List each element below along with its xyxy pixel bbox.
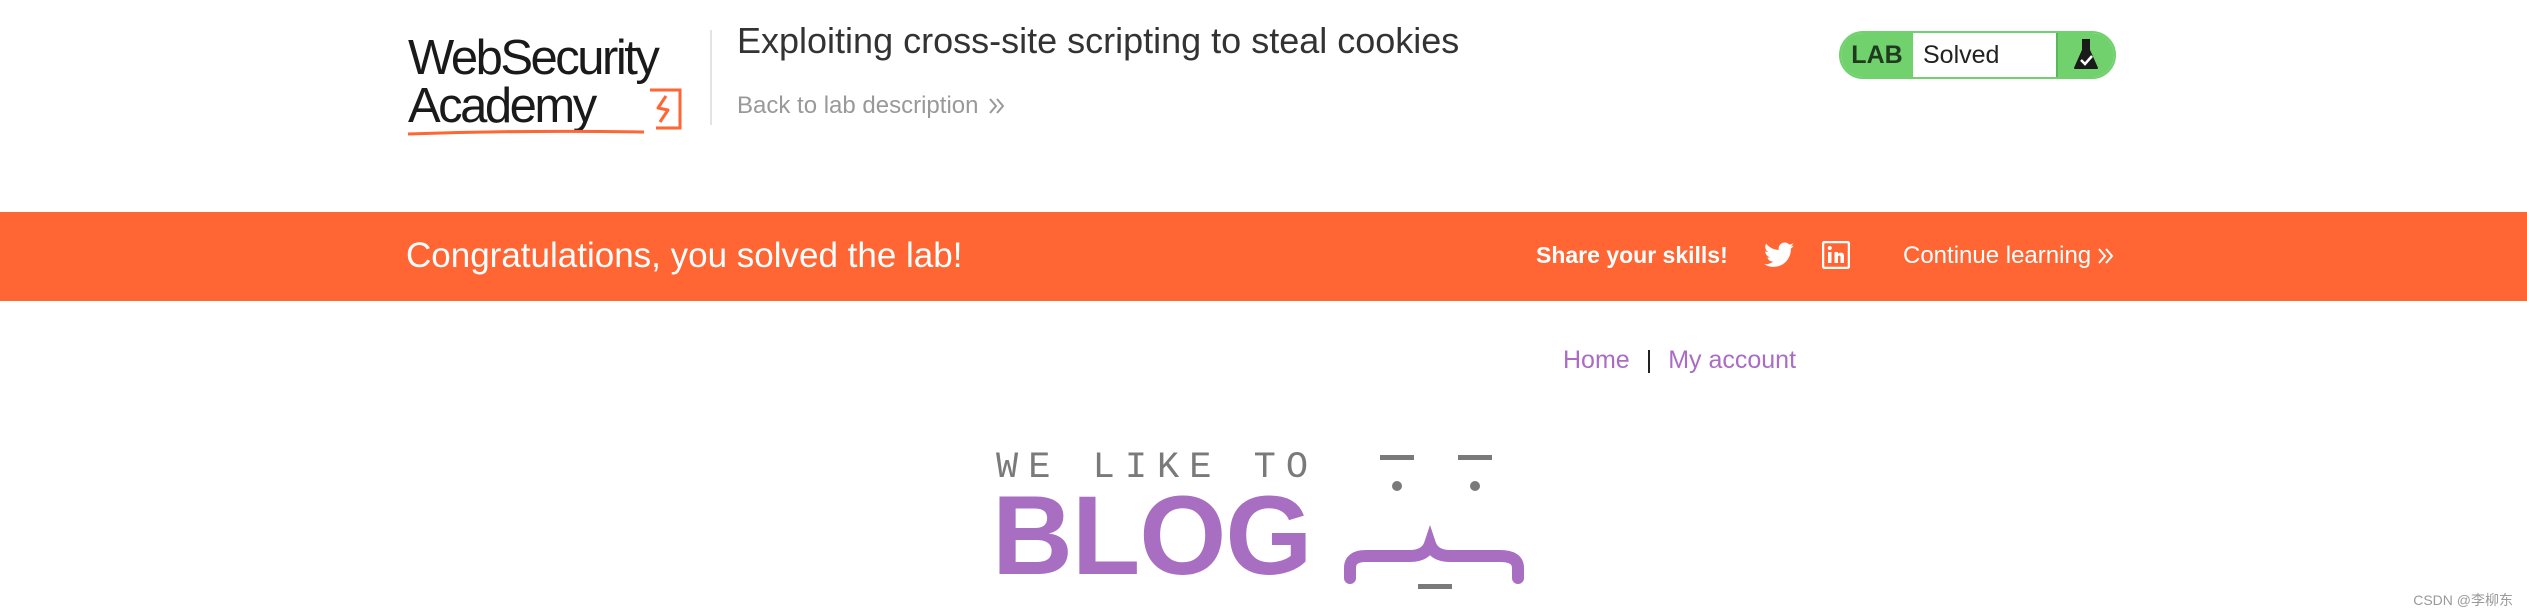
blog-face-icon [1344,455,1524,589]
lab-title: Exploiting cross-site scripting to steal… [737,20,1460,61]
academy-lightning-icon [650,88,682,130]
page: WebSecurity Academy Exploiting cross-sit… [0,0,2527,615]
double-chevron-right-icon [2098,248,2114,264]
lab-status-widget: LAB Solved [1839,31,2116,79]
continue-learning-label: Continue learning [1903,242,2092,269]
lab-tag: LAB [1841,33,1913,77]
twitter-icon[interactable] [1764,242,1794,268]
web-security-academy-logo[interactable]: WebSecurity Academy [406,30,706,138]
top-nav: Home | My account [1563,346,1796,375]
nav-home-link[interactable]: Home [1563,346,1630,374]
solved-banner: Congratulations, you solved the lab! Sha… [0,212,2527,301]
back-link-label: Back to lab description [737,92,979,119]
double-chevron-right-icon [989,98,1005,114]
continue-learning-link[interactable]: Continue learning [1903,242,2115,270]
back-to-lab-description-link[interactable]: Back to lab description [737,92,1006,120]
blog-title: BLOG [992,473,1313,598]
nav-my-account-link[interactable]: My account [1668,346,1796,374]
share-your-skills-label: Share your skills! [1536,242,1728,268]
nav-separator: | [1645,346,1653,374]
lab-status-text: Solved [1923,40,2000,69]
logo-underline-icon [407,129,645,136]
csdn-watermark: CSDN @李柳东 [2413,592,2513,608]
congratulations-message: Congratulations, you solved the lab! [406,236,963,275]
logo-divider [710,30,712,125]
logo-line-2: Academy [408,79,597,133]
linkedin-icon[interactable] [1822,241,1850,269]
flask-icon [2056,33,2114,77]
